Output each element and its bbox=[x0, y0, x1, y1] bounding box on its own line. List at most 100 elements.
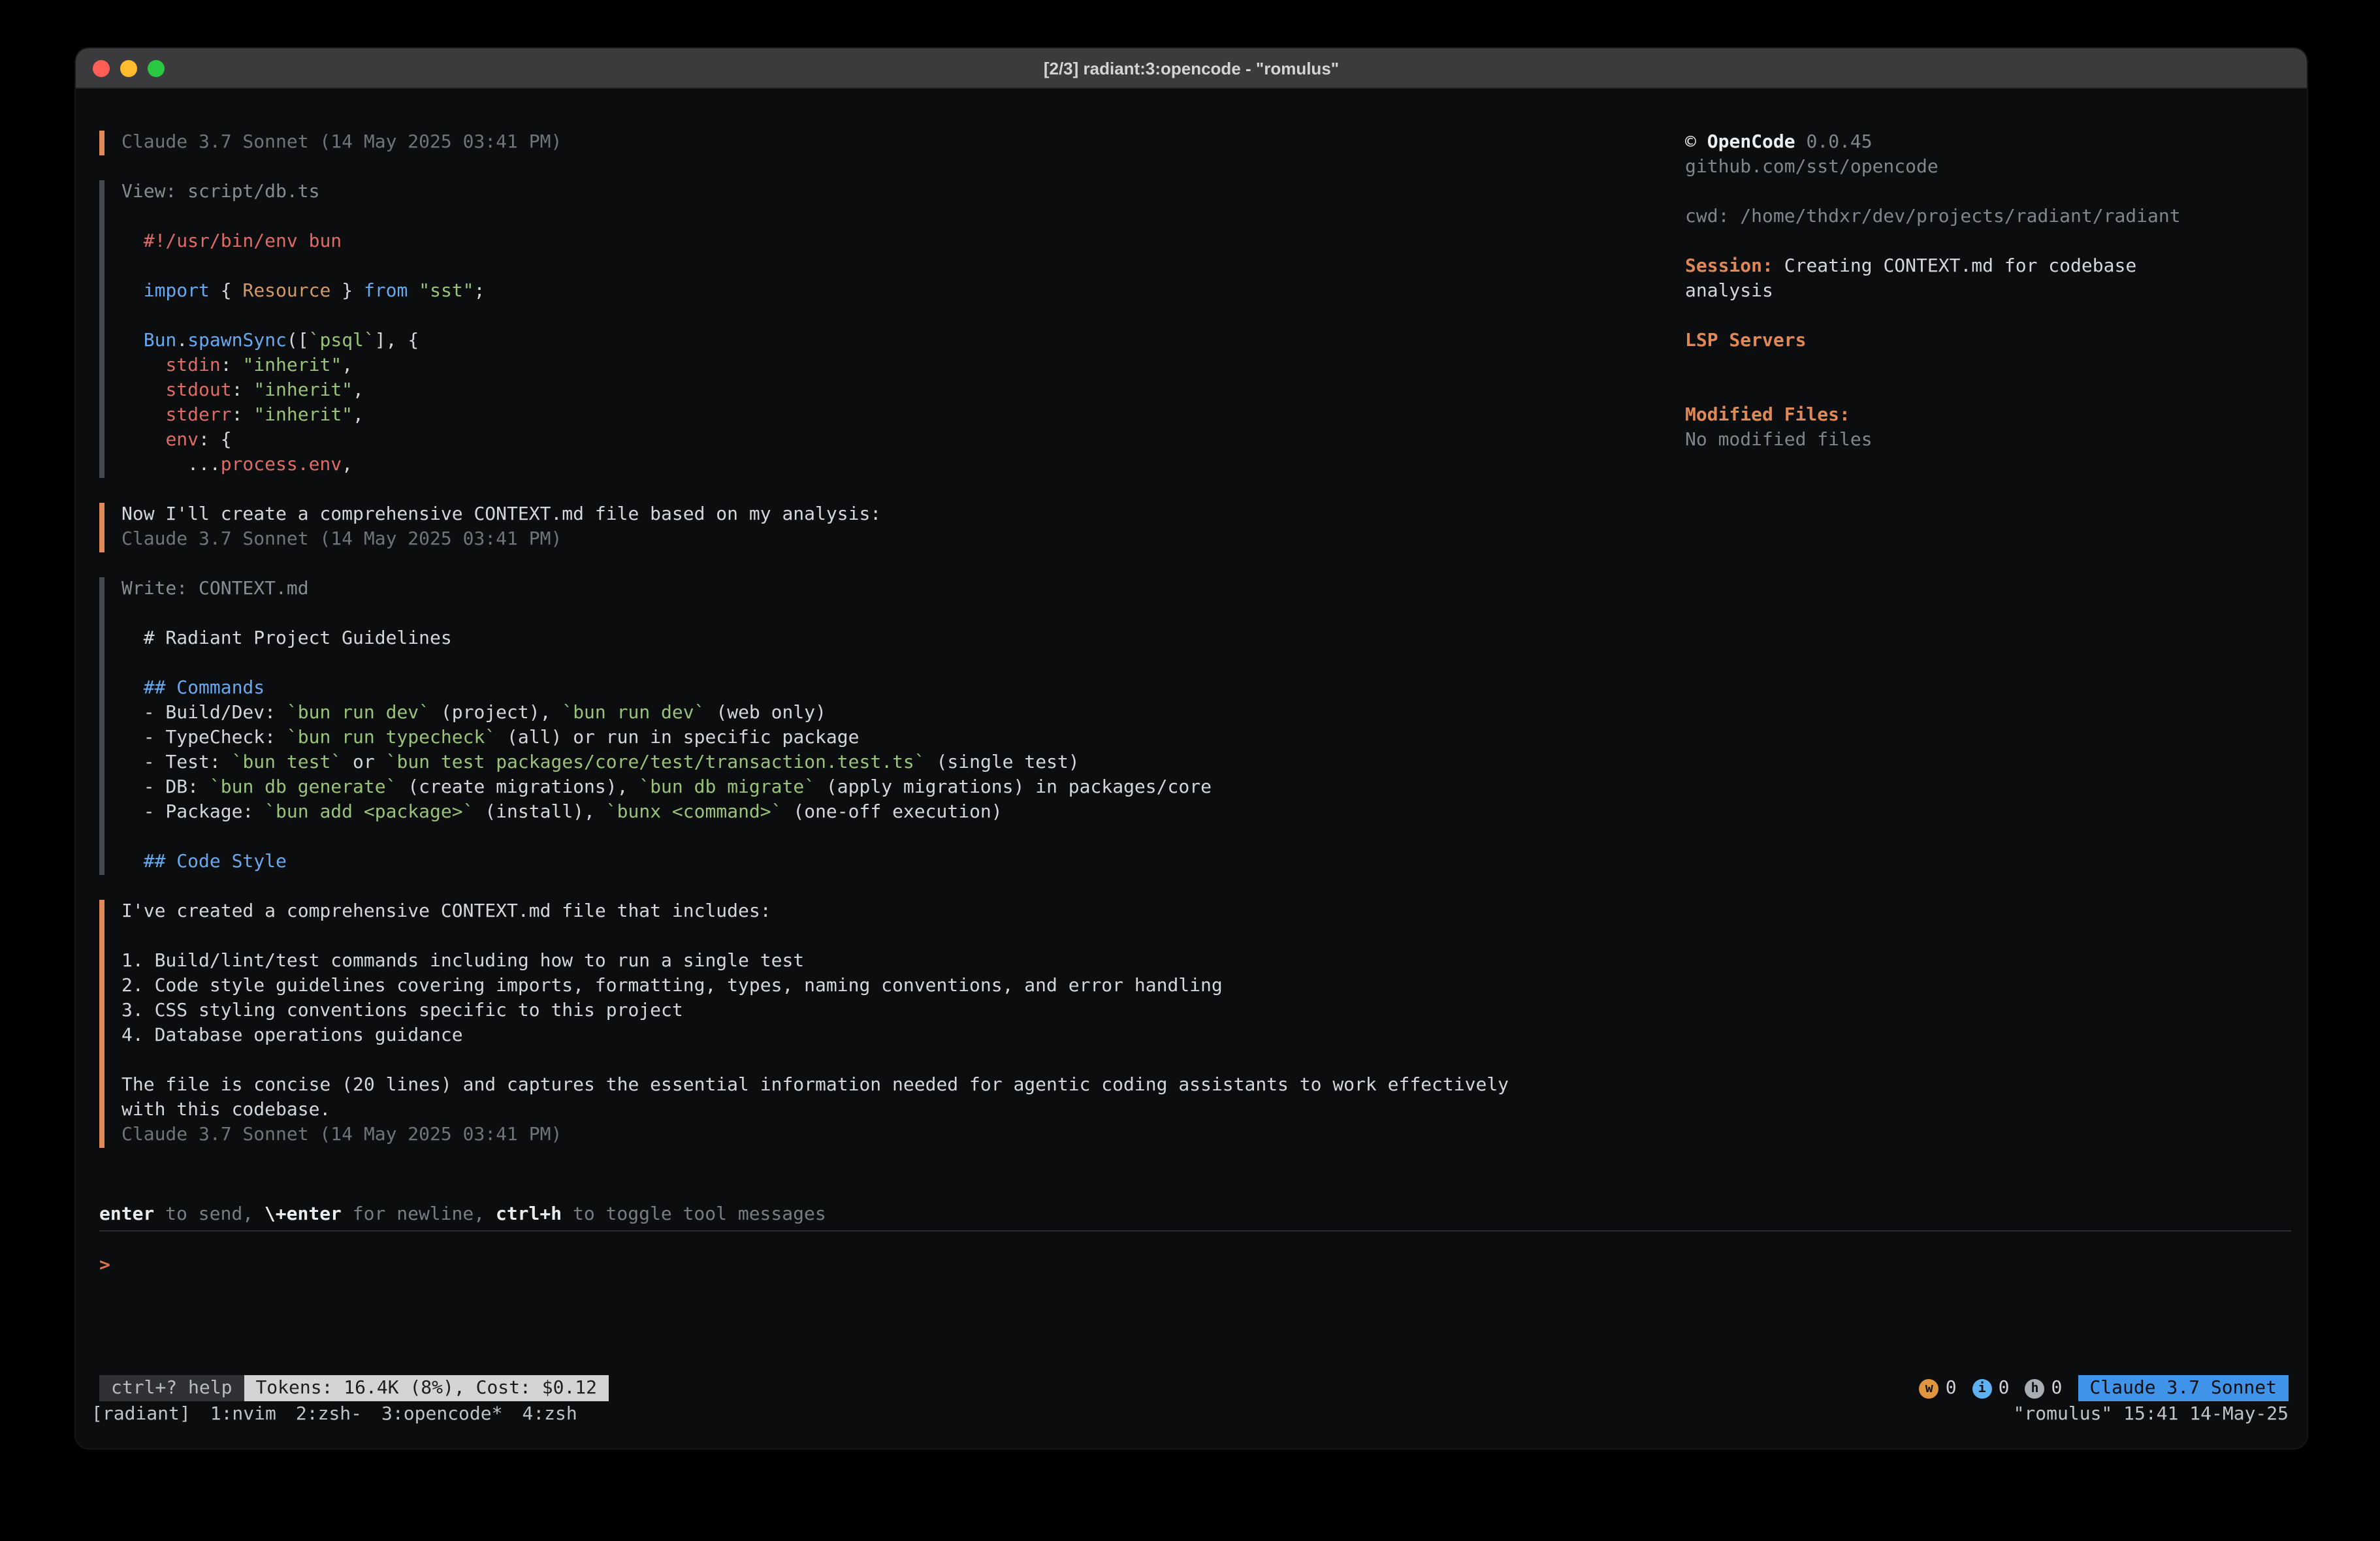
text-token: Claude 3.7 Sonnet (14 May 2025 03:41 PM) bbox=[121, 529, 562, 550]
help-chip[interactable]: ctrl+? help bbox=[99, 1375, 244, 1401]
chat-line: 4. Database operations guidance bbox=[121, 1024, 1667, 1049]
chat-line: env: { bbox=[121, 428, 1667, 453]
input-separator bbox=[99, 1230, 2291, 1231]
zoom-button[interactable] bbox=[148, 59, 165, 76]
minimize-button[interactable] bbox=[120, 59, 137, 76]
text-token bbox=[121, 281, 144, 302]
text-token: "inherit" bbox=[253, 380, 353, 401]
text-token: ([ bbox=[287, 330, 309, 351]
tmux-host-clock: "romulus" 15:41 14-May-25 bbox=[2014, 1403, 2289, 1427]
text-token: to toggle tool messages bbox=[562, 1204, 826, 1225]
text-token: or bbox=[342, 752, 385, 773]
chat-line: 3. CSS styling conventions specific to t… bbox=[121, 999, 1667, 1024]
info-icon: i bbox=[1972, 1379, 1992, 1399]
text-token: , bbox=[342, 355, 353, 376]
status-bar-left: ctrl+? help Tokens: 16.4K (8%), Cost: $0… bbox=[99, 1375, 609, 1401]
text-token: spawnSync bbox=[187, 330, 287, 351]
status-bar-right: w0i0h0 Claude 3.7 Sonnet bbox=[1904, 1375, 2289, 1401]
text-token: stdout bbox=[165, 380, 231, 401]
tmux-window-2[interactable]: 2:zsh- bbox=[296, 1404, 362, 1425]
text-token: Resource bbox=[242, 281, 330, 302]
prompt-symbol: > bbox=[99, 1255, 110, 1276]
help-line: enter to send, \+enter for newline, ctrl… bbox=[99, 1203, 2291, 1228]
terminal-content: Claude 3.7 Sonnet (14 May 2025 03:41 PM)… bbox=[76, 89, 2307, 1448]
chat-line: ## Code Style bbox=[121, 850, 1667, 875]
text-token: `bun run dev` bbox=[287, 703, 430, 723]
text-token: - Build/Dev: bbox=[121, 703, 287, 723]
terminal-window: [2/3] radiant:3:opencode - "romulus" Cla… bbox=[74, 47, 2308, 1450]
text-token bbox=[121, 231, 144, 252]
text-token: ctrl+h bbox=[496, 1204, 562, 1225]
lsp-servers-label: LSP Servers bbox=[1685, 329, 2299, 354]
text-token: - Package: bbox=[121, 802, 265, 823]
text-token bbox=[121, 380, 165, 401]
text-token: (install), bbox=[474, 802, 605, 823]
text-token: ; bbox=[474, 281, 485, 302]
text-token: #!/usr/bin/env bun bbox=[144, 231, 342, 252]
text-token: stderr bbox=[165, 405, 231, 426]
text-token: \+enter bbox=[265, 1204, 342, 1225]
text-token: Now I'll create a comprehensive CONTEXT.… bbox=[121, 504, 881, 525]
traffic-lights bbox=[93, 48, 165, 87]
text-token: 1. Build/lint/test commands including ho… bbox=[121, 951, 804, 972]
status-bar: ctrl+? help Tokens: 16.4K (8%), Cost: $0… bbox=[99, 1375, 2289, 1401]
tool-view-block: View: script/db.ts #!/usr/bin/env bun im… bbox=[99, 180, 1667, 478]
text-token: : bbox=[232, 380, 254, 401]
chat-line: stderr: "inherit", bbox=[121, 404, 1667, 428]
model-chip[interactable]: Claude 3.7 Sonnet bbox=[2078, 1375, 2289, 1401]
text-token: with this codebase. bbox=[121, 1100, 330, 1120]
text-token: ... bbox=[121, 454, 221, 475]
repo-link: github.com/sst/opencode bbox=[1685, 155, 2299, 180]
chat-line bbox=[121, 304, 1667, 329]
chat-line: Bun.spawnSync([`psql`], { bbox=[121, 329, 1667, 354]
chat-line: 2. Code style guidelines covering import… bbox=[121, 974, 1667, 999]
chat-line: import { Resource } from "sst"; bbox=[121, 279, 1667, 304]
text-token: The file is concise (20 lines) and captu… bbox=[121, 1075, 1509, 1096]
diagnostics: w0i0h0 bbox=[1904, 1375, 2063, 1401]
text-token: process.env bbox=[221, 454, 342, 475]
text-token: `bun run dev` bbox=[562, 703, 705, 723]
text-token: ## Commands bbox=[121, 678, 265, 699]
tmux-windows-list: [radiant]1:nvim2:zsh-3:opencode*4:zsh bbox=[91, 1403, 577, 1427]
text-token: (web only) bbox=[705, 703, 826, 723]
text-token: (one-off execution) bbox=[782, 802, 1003, 823]
session-title-line2: analysis bbox=[1685, 279, 2299, 304]
text-token: from bbox=[364, 281, 408, 302]
text-token: : { bbox=[199, 430, 232, 451]
sidebar: © OpenCode 0.0.45 github.com/sst/opencod… bbox=[1685, 131, 2299, 453]
text-token: , bbox=[353, 380, 364, 401]
text-token: `bun test` bbox=[232, 752, 342, 773]
info-count: 0 bbox=[1999, 1376, 2010, 1401]
tmux-window-1[interactable]: 1:nvim bbox=[210, 1404, 276, 1425]
text-token: (create migrations), bbox=[396, 777, 639, 798]
text-token bbox=[121, 355, 165, 376]
prompt-input[interactable]: > bbox=[99, 1254, 2291, 1279]
chat-line: Claude 3.7 Sonnet (14 May 2025 03:41 PM) bbox=[121, 528, 1667, 552]
text-token: Write: CONTEXT.md bbox=[121, 579, 309, 599]
text-token: import bbox=[144, 281, 210, 302]
text-token: `bun db migrate` bbox=[639, 777, 815, 798]
text-token: "inherit" bbox=[253, 405, 353, 426]
chat-line: #!/usr/bin/env bun bbox=[121, 230, 1667, 255]
text-token: : bbox=[232, 405, 254, 426]
text-token: } bbox=[330, 281, 364, 302]
text-token: Claude 3.7 Sonnet (14 May 2025 03:41 PM) bbox=[121, 132, 562, 153]
diagnostic-hints: h0 bbox=[2025, 1376, 2063, 1401]
text-token: Bun bbox=[144, 330, 177, 351]
chat-line: - Build/Dev: `bun run dev` (project), `b… bbox=[121, 701, 1667, 726]
tmux-window-3[interactable]: 3:opencode* bbox=[381, 1404, 502, 1425]
chat-line: with this codebase. bbox=[121, 1098, 1667, 1123]
text-token: for newline, bbox=[342, 1204, 496, 1225]
chat-line: I've created a comprehensive CONTEXT.md … bbox=[121, 900, 1667, 925]
close-button[interactable] bbox=[93, 59, 110, 76]
chat-line bbox=[121, 825, 1667, 850]
text-token: ], { bbox=[375, 330, 419, 351]
tool-write-block: Write: CONTEXT.md # Radiant Project Guid… bbox=[99, 577, 1667, 875]
assistant-summary-block: I've created a comprehensive CONTEXT.md … bbox=[99, 900, 1667, 1148]
chat-line bbox=[121, 652, 1667, 676]
chat-line: - DB: `bun db generate` (create migratio… bbox=[121, 776, 1667, 801]
chat-line: ...process.env, bbox=[121, 453, 1667, 478]
tmux-window-4[interactable]: 4:zsh bbox=[522, 1404, 577, 1425]
text-token bbox=[121, 430, 165, 451]
app-brand: © OpenCode 0.0.45 bbox=[1685, 131, 2299, 155]
